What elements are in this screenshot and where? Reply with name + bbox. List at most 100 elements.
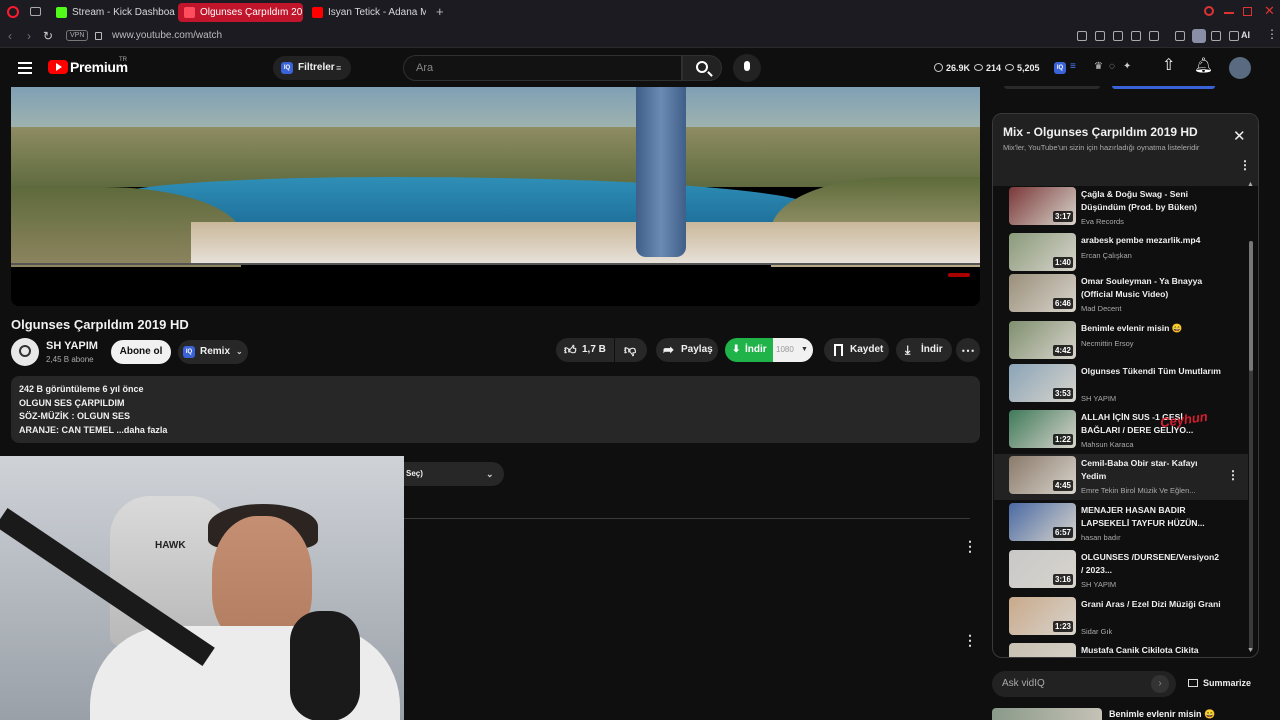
scroll-down-icon[interactable]: ▼ <box>1247 647 1254 654</box>
video-progress-bar[interactable] <box>11 263 980 265</box>
download-icon[interactable] <box>1211 31 1221 41</box>
vpn-badge[interactable]: VPN <box>66 30 89 41</box>
panel-top-edge <box>1004 86 1100 89</box>
back-icon[interactable]: ‹ <box>8 29 12 43</box>
comment-options-icon[interactable]: ⋮ <box>963 539 977 553</box>
show-more-link[interactable]: ...daha fazla <box>116 425 167 435</box>
share-button[interactable]: ➦ Paylaş <box>656 338 718 362</box>
comment-options-icon[interactable]: ⋮ <box>963 633 977 647</box>
minimize-icon[interactable] <box>1224 12 1234 14</box>
video-player[interactable] <box>11 87 980 306</box>
bookmark-icon[interactable] <box>1077 31 1087 41</box>
playlist-item-thumbnail[interactable]: 6:57 <box>1009 503 1076 541</box>
vidiq-list-icon[interactable]: ≡ <box>1070 61 1076 72</box>
close-icon[interactable]: ✕ <box>1233 129 1246 144</box>
ai-send-icon[interactable] <box>1229 31 1239 41</box>
download-extension-button[interactable]: ⬇ İndir <box>725 338 773 362</box>
trophy-icon[interactable]: ♛ <box>1094 61 1103 72</box>
playlist-item-title: Omar Souleyman - Ya Bnayya (Official Mus… <box>1081 276 1203 299</box>
next-video-title[interactable]: Benimle evlenir misin 😄 <box>1109 709 1215 720</box>
download-icon: ⤓ <box>905 343 911 357</box>
next-video-thumbnail[interactable] <box>992 708 1102 720</box>
new-tab-button[interactable]: + <box>436 4 444 19</box>
tab-youtube-isyan[interactable]: Isyan Tetick - Adana Merk <box>306 3 426 22</box>
description-line: OLGUN SES ÇARPILDIM <box>19 397 125 408</box>
save-button[interactable]: Kaydet <box>824 338 889 362</box>
opera-logo-icon[interactable] <box>7 6 19 18</box>
search-input[interactable]: Ara <box>403 55 682 81</box>
vidiq-icon[interactable]: IQ <box>1054 62 1066 74</box>
more-actions-button[interactable]: ⋯ <box>956 338 980 362</box>
playlist-item-thumbnail[interactable] <box>1009 643 1076 657</box>
download-label: İndir <box>921 344 943 355</box>
playlist-scrollbar[interactable] <box>1249 241 1253 651</box>
menu-dots-icon[interactable]: ⋮ <box>1266 27 1278 41</box>
quality-select[interactable]: 1080 ▼ <box>773 338 813 362</box>
youtube-logo-icon[interactable] <box>48 60 68 74</box>
pin-icon[interactable] <box>1131 31 1141 41</box>
playlist-item[interactable]: 6:57 MENAJER HASAN BADIR LAPSEKELİ TAYFUR… <box>994 501 1248 547</box>
download-button[interactable]: ⤓ İndir <box>896 338 952 362</box>
playlist-item-thumbnail[interactable]: 1:23 <box>1009 597 1076 635</box>
maximize-icon[interactable] <box>1243 7 1252 16</box>
tab-workspace-icon[interactable] <box>30 7 41 16</box>
language-select[interactable]: Seç) ⌄ <box>404 462 504 486</box>
playlist-item[interactable]: 3:16 OLGUNSES /DURSENE/Versiyon2 / 2023..… <box>994 548 1248 594</box>
tab-youtube-active[interactable]: Olgunses Çarpıldım 2019 H <box>178 3 303 22</box>
playlist-item-thumbnail[interactable]: 3:17 <box>1009 187 1076 225</box>
playlist-more-icon[interactable]: ⋮ <box>1239 159 1251 171</box>
playlist-item[interactable]: 1:22 ALLAH İÇİN SUS -1 GESİ BAĞLARI / DER… <box>994 408 1248 454</box>
playlist-item[interactable]: 3:17 Çağla & Doğu Swag - Seni Düşündüm (P… <box>994 185 1248 231</box>
description-box[interactable]: 242 B görüntüleme 6 yıl önce OLGUN SES Ç… <box>11 376 980 443</box>
search-tabs-icon[interactable] <box>1204 6 1214 16</box>
forward-icon[interactable]: › <box>27 29 31 43</box>
lock-icon[interactable] <box>95 32 102 40</box>
playlist-item-thumbnail[interactable]: 4:45 <box>1009 456 1076 494</box>
playlist-item[interactable]: 1:40 arabesk pembe mezarlik.mp4 Ercan Çalı… <box>994 231 1248 277</box>
scrollbar-thumb[interactable] <box>1249 241 1253 371</box>
playlist-item-thumbnail[interactable]: 6:46 <box>1009 274 1076 312</box>
playlist-item[interactable]: Mustafa Canik Cikilota Cikita <box>994 641 1248 657</box>
playlist-item-thumbnail[interactable]: 4:42 <box>1009 321 1076 359</box>
user-avatar[interactable] <box>1229 57 1251 79</box>
close-window-icon[interactable]: ✕ <box>1264 3 1275 19</box>
playlist-title[interactable]: Mix - Olgunses Çarpıldım 2019 HD <box>1003 125 1198 139</box>
like-button[interactable]: 👍︎ 1,7 B <box>556 338 614 362</box>
playlist-item[interactable]: 6:46 Omar Souleyman - Ya Bnayya (Official… <box>994 272 1248 318</box>
subscribe-button[interactable]: Abone ol <box>111 340 171 364</box>
playlist-item-thumbnail[interactable]: 3:16 <box>1009 550 1076 588</box>
dislike-button[interactable]: 👎︎ <box>615 338 647 362</box>
playlist-item-thumbnail[interactable]: 3:53 <box>1009 364 1076 402</box>
playlist-item[interactable]: 4:45 Cemil-Baba Obir star- Kafayı Yedim Em… <box>994 454 1248 500</box>
screenshot-icon[interactable] <box>1095 31 1105 41</box>
url-field[interactable]: www.youtube.com/watch <box>112 30 222 41</box>
notifications-bell-icon[interactable]: 🔔︎ <box>1194 58 1213 74</box>
summarize-button[interactable]: Summarize <box>1187 678 1251 688</box>
profile-avatar-icon[interactable] <box>1192 29 1206 43</box>
extension-icon[interactable] <box>1113 31 1123 41</box>
puzzle-icon[interactable] <box>1175 31 1185 41</box>
tab-kick-dashboard[interactable]: Stream - Kick Dashboard <box>50 3 175 22</box>
remix-button[interactable]: IQ Remix ⌄ <box>178 340 248 364</box>
chat-icon[interactable]: ◌ <box>1109 61 1115 72</box>
channel-name[interactable]: SH YAPIM <box>46 340 98 352</box>
voice-search-button[interactable] <box>733 54 761 82</box>
reload-icon[interactable]: ↻ <box>43 29 53 43</box>
sparkle-icon[interactable]: ✦ <box>1123 61 1131 72</box>
channel-avatar[interactable] <box>11 338 39 366</box>
playlist-item[interactable]: 4:42 Benimle evlenir misin 😄 Necmittin Ers… <box>994 319 1248 365</box>
playlist-item-thumbnail[interactable]: 1:22 <box>1009 410 1076 448</box>
ask-send-button[interactable]: › <box>1151 675 1169 693</box>
ask-vidiq-input[interactable]: Ask vidIQ <box>992 671 1176 697</box>
filters-button[interactable]: IQ Filtreler ≡ <box>273 56 351 80</box>
playlist-item[interactable]: 1:23 Grani Aras / Ezel Dizi Müziği Grani S… <box>994 595 1248 641</box>
playlist-item[interactable]: 3:53 Olgunses Tükendi Tüm Umutlarım SH YAP… <box>994 362 1248 408</box>
heart-icon[interactable] <box>1149 31 1159 41</box>
playlist-item-more-icon[interactable]: ⋮ <box>1227 468 1239 482</box>
scroll-up-icon[interactable]: ▲ <box>1247 181 1254 188</box>
playlist-item-thumbnail[interactable]: 1:40 <box>1009 233 1076 271</box>
menu-icon[interactable] <box>18 62 32 74</box>
upload-icon[interactable]: ⇧ <box>1162 58 1175 74</box>
search-button[interactable] <box>682 55 722 81</box>
ai-label[interactable]: AI <box>1241 30 1250 40</box>
